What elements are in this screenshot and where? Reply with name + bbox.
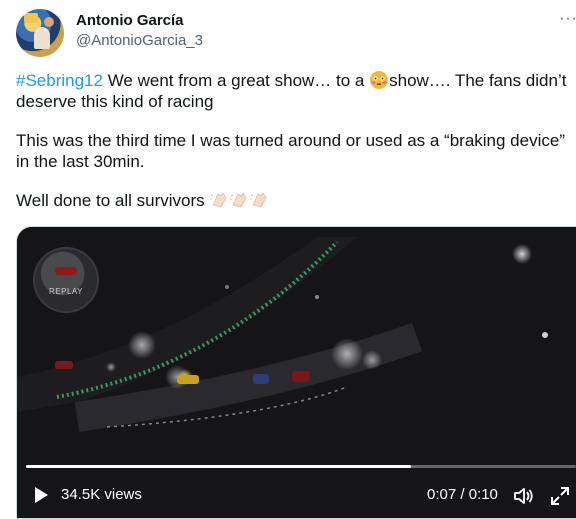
play-icon[interactable] [29,484,51,506]
tweet-paragraph-3: Well done to all survivors [16,190,576,211]
clapping-hands-emoji-icon [230,192,247,208]
avatar-image-part [24,13,38,23]
tweet-text-segment: Well done to all survivors [16,191,205,210]
hashtag-link[interactable]: #Sebring12 [16,71,103,90]
video-time: 0:07 / 0:10 [427,486,498,503]
fullscreen-icon[interactable] [549,485,571,507]
avatar-image-part [34,27,50,49]
replay-badge: REPLAY [33,247,99,313]
video-progress-bar[interactable] [26,465,576,468]
video-progress-fill [26,465,411,468]
tweet-text: #Sebring12 We went from a great show… to… [16,70,576,211]
flushed-face-emoji-icon [370,71,389,89]
replay-badge-label: REPLAY [49,287,83,296]
tweet-text-segment: show…. The fans didn’t [389,71,567,90]
volume-icon[interactable] [512,485,534,507]
tweet-text-segment: This was the third time I was turned aro… [16,131,565,150]
tweet-text-segment: deserve this kind of racing [16,92,214,111]
tweet-paragraph-1: #Sebring12 We went from a great show… to… [16,70,576,112]
author-handle[interactable]: @AntonioGarcia_3 [76,32,203,49]
clapping-hands-emoji-icon [210,192,227,208]
author-name[interactable]: Antonio García [76,12,184,29]
avatar-image-part [44,17,54,27]
video-frame [17,227,576,518]
tweet-text-segment: in the last 30min. [16,152,145,171]
video-player[interactable]: REPLAY 34.5K views 0:07 / 0:10 [16,226,576,519]
view-count: 34.5K views [61,486,142,503]
tweet-text-segment: We went from a great show… to a [102,71,370,90]
avatar[interactable] [16,9,64,57]
more-options-button[interactable]: ··· [559,10,576,28]
series-logo-icon [55,267,77,275]
tweet-paragraph-2: This was the third time I was turned aro… [16,130,576,172]
clapping-hands-emoji-icon [250,192,267,208]
